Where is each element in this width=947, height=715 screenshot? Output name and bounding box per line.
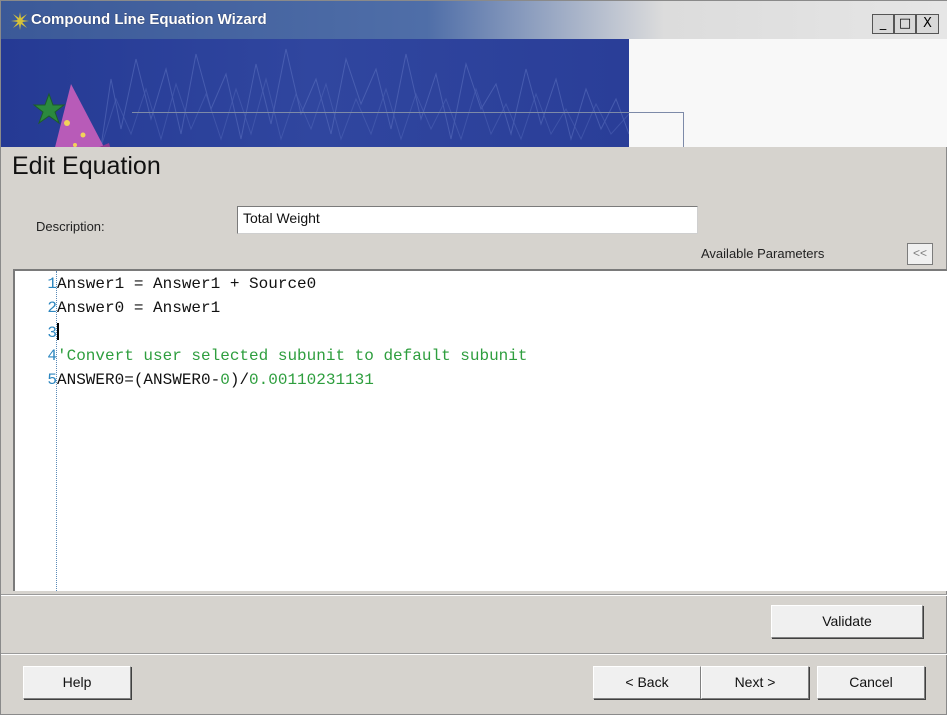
code-line-2[interactable]: 2Answer0 = Answer1 — [39, 299, 220, 322]
code-line-3[interactable]: 3 — [39, 323, 59, 346]
help-button[interactable]: Help — [23, 666, 131, 699]
validate-button[interactable]: Validate — [771, 605, 923, 638]
wizard-app-icon — [11, 12, 29, 30]
maximize-button[interactable]: □ — [894, 14, 916, 34]
banner-blank-area — [629, 39, 947, 147]
window-title: Compound Line Equation Wizard — [31, 11, 267, 28]
editor-separator — [1, 594, 947, 596]
equation-editor[interactable]: 1Answer1 = Answer1 + Source0 2Answer0 = … — [13, 269, 947, 591]
description-label: Description: — [36, 219, 105, 234]
available-parameters-label: Available Parameters — [701, 246, 825, 261]
back-button[interactable]: < Back — [593, 666, 701, 699]
banner-divider-vertical — [683, 112, 684, 147]
close-button[interactable]: X — [916, 14, 939, 34]
next-button[interactable]: Next > — [701, 666, 809, 699]
description-input[interactable]: Total Weight — [237, 206, 698, 234]
code-line-5[interactable]: 5ANSWER0=(ANSWER0-0)/0.00110231131 — [39, 371, 373, 394]
cancel-button[interactable]: Cancel — [817, 666, 925, 699]
minimize-button[interactable]: _ — [872, 14, 894, 34]
collapse-parameters-button[interactable]: << — [907, 243, 933, 265]
banner-divider — [132, 112, 684, 113]
wizard-banner — [1, 39, 629, 147]
page-title: Edit Equation — [12, 152, 161, 180]
wizard-window: Compound Line Equation Wizard _ □ X Edit… — [0, 0, 947, 715]
title-bar[interactable]: Compound Line Equation Wizard _ □ X — [1, 1, 947, 39]
banner-graphic — [1, 39, 629, 147]
code-line-4[interactable]: 4'Convert user selected subunit to defau… — [39, 347, 527, 370]
footer-separator — [1, 653, 947, 655]
code-line-1[interactable]: 1Answer1 = Answer1 + Source0 — [39, 275, 316, 298]
text-caret — [57, 323, 59, 340]
